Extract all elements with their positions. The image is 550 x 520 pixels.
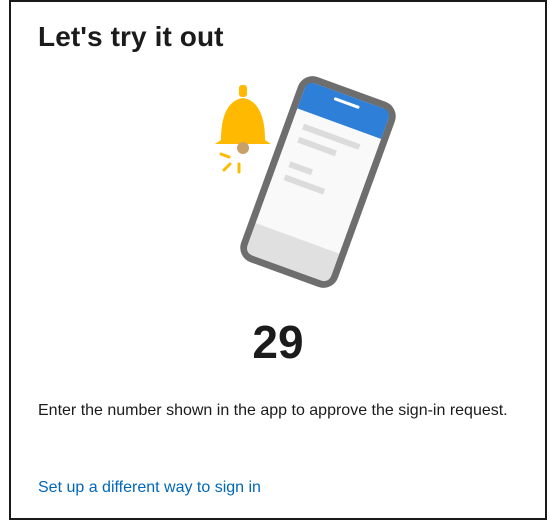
- different-sign-in-method-link[interactable]: Set up a different way to sign in: [38, 479, 261, 497]
- instructions-text: Enter the number shown in the app to app…: [38, 402, 508, 419]
- bell-icon: [215, 85, 271, 174]
- page-title: Let's try it out: [38, 21, 224, 52]
- verification-card: Let's try it out 29 Enter the number sho…: [9, 0, 547, 520]
- verification-number: 29: [252, 316, 304, 368]
- phone-notification-illustration: [215, 76, 396, 288]
- phone-icon: [240, 76, 396, 288]
